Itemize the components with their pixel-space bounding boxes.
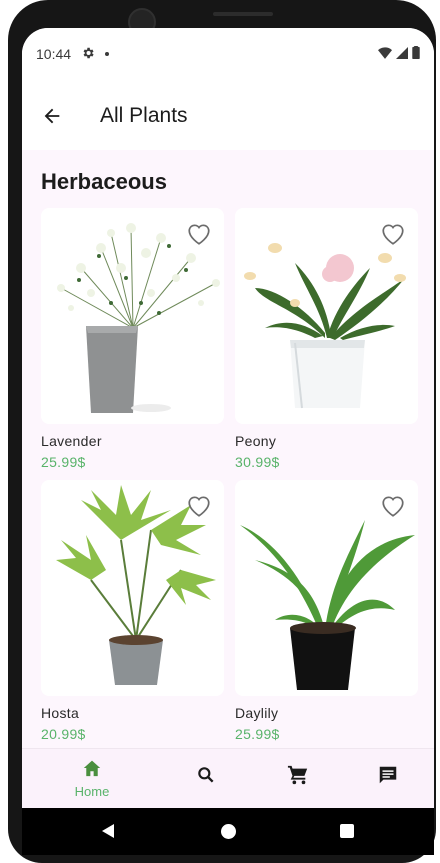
favorite-heart-icon[interactable] — [186, 494, 212, 518]
system-home-icon[interactable] — [221, 824, 236, 839]
favorite-heart-icon[interactable] — [380, 494, 406, 518]
settings-gear-icon — [81, 46, 95, 63]
home-icon — [83, 760, 101, 777]
nav-home[interactable]: Home — [62, 759, 122, 799]
bottom-navigation-bar: Home — [22, 748, 434, 808]
battery-icon — [412, 46, 420, 62]
plant-image — [235, 480, 418, 696]
system-recents-icon[interactable] — [340, 824, 354, 838]
plant-image — [235, 208, 418, 424]
search-icon — [198, 767, 214, 783]
plant-card-lavender[interactable]: Lavender 25.99$ — [41, 208, 224, 470]
status-bar: 10:44 — [22, 28, 434, 80]
plant-card-peony[interactable]: Peony 30.99$ — [235, 208, 418, 470]
wifi-icon — [378, 46, 392, 62]
plant-image — [41, 208, 224, 424]
signal-icon — [396, 46, 408, 62]
shopping-cart-icon — [287, 765, 308, 785]
page-title: All Plants — [100, 104, 188, 127]
nav-cart[interactable] — [268, 759, 328, 791]
plant-price: 25.99$ — [235, 726, 280, 742]
nav-search[interactable] — [176, 759, 236, 790]
chat-icon — [379, 766, 397, 784]
nav-messages[interactable] — [358, 759, 418, 791]
plant-card-hosta[interactable]: Hosta 20.99$ — [41, 480, 224, 742]
plant-name: Hosta — [41, 705, 80, 721]
plant-name: Lavender — [41, 433, 102, 449]
app-bar: All Plants — [22, 80, 434, 150]
status-time: 10:44 — [36, 46, 72, 62]
plant-price: 25.99$ — [41, 454, 86, 470]
section-title: Herbaceous — [41, 169, 167, 194]
system-navigation-bar — [22, 808, 434, 855]
system-back-icon[interactable] — [100, 823, 116, 839]
plant-name: Peony — [235, 433, 277, 449]
plant-name: Daylily — [235, 705, 279, 721]
earpiece-speaker — [213, 12, 273, 16]
plant-image — [41, 480, 224, 696]
back-button[interactable] — [36, 100, 68, 132]
plant-price: 30.99$ — [235, 454, 280, 470]
favorite-heart-icon[interactable] — [380, 222, 406, 246]
nav-home-label: Home — [74, 784, 110, 799]
app-screen: 10:44 All Plants Herbaceous Lavender 25.… — [22, 28, 434, 808]
plant-card-daylily[interactable]: Daylily 25.99$ — [235, 480, 418, 742]
plant-price: 20.99$ — [41, 726, 86, 742]
arrow-back-icon — [44, 108, 60, 124]
favorite-heart-icon[interactable] — [186, 222, 212, 246]
notification-dot-icon — [105, 52, 110, 56]
